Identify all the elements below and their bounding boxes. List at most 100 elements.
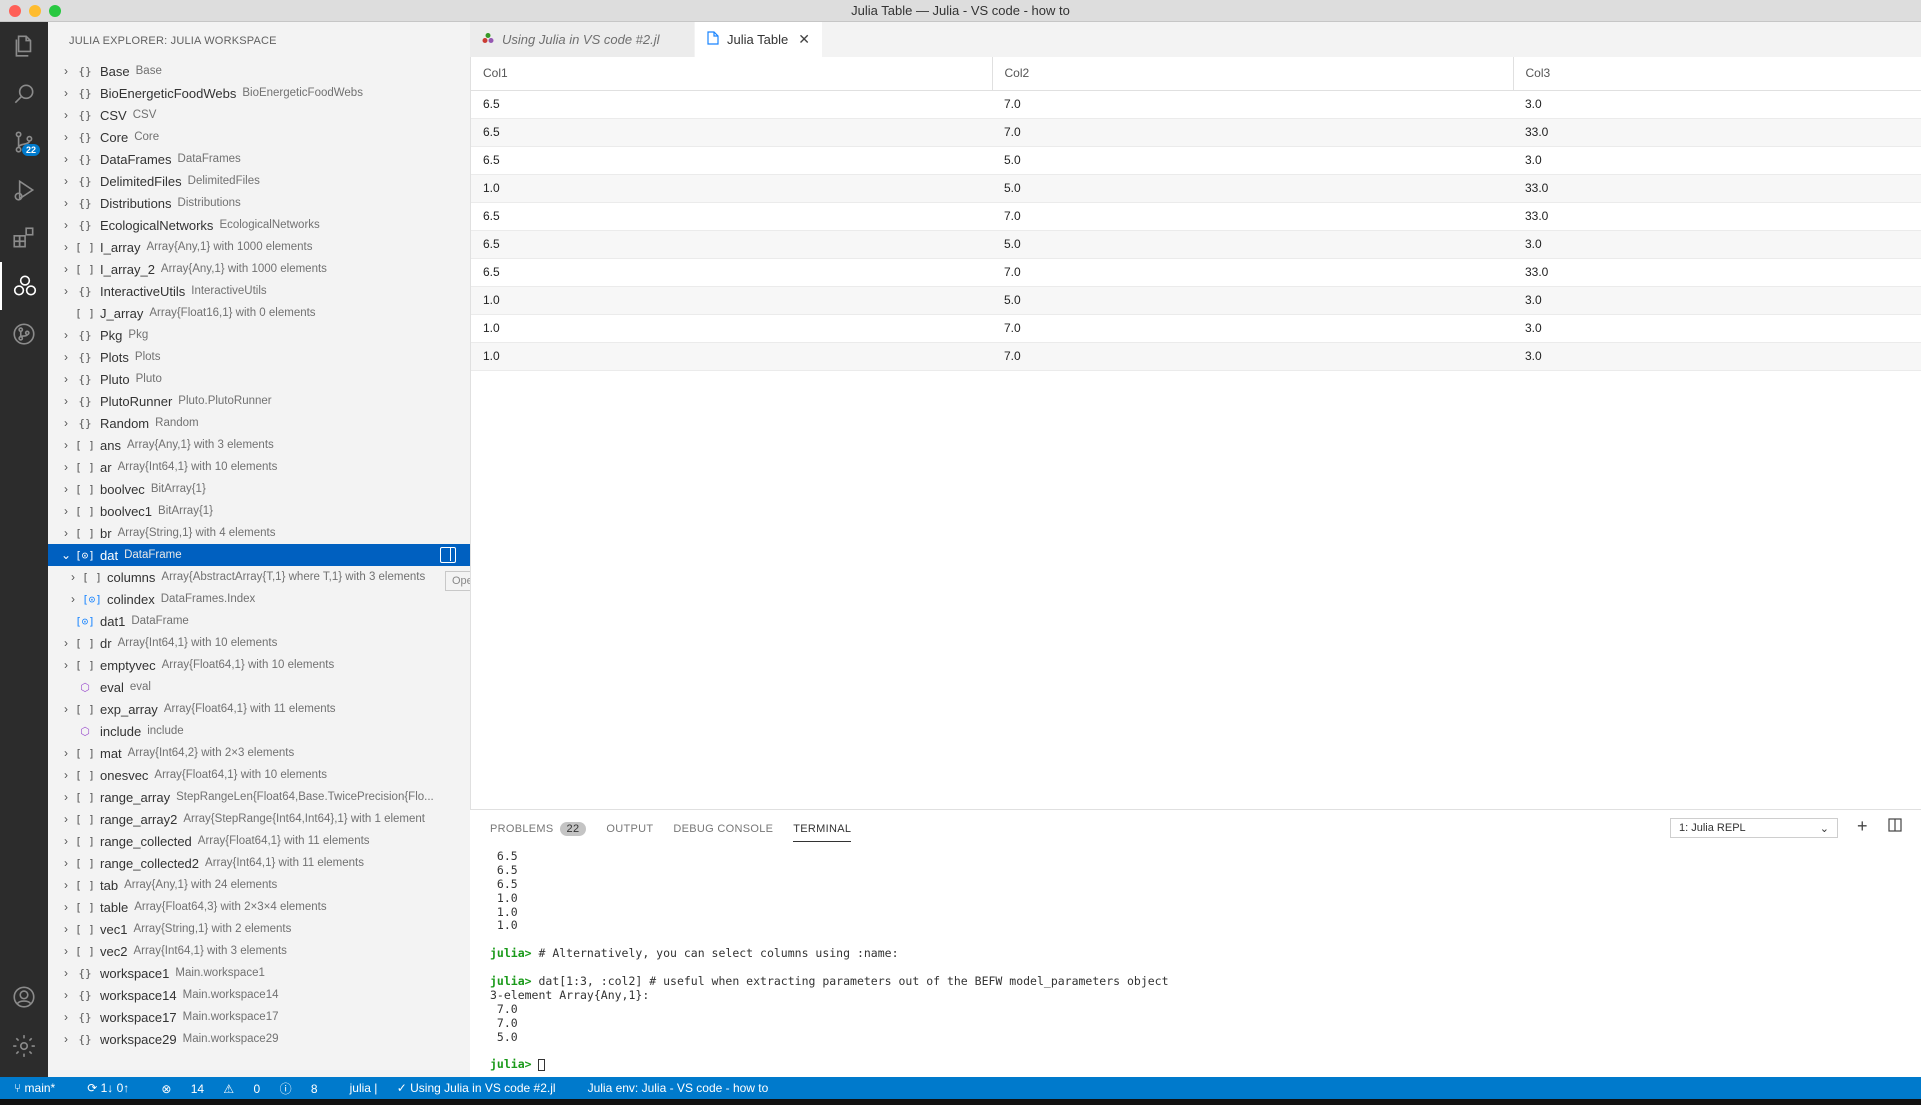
tree-item[interactable]: ›[ ] dr Array{Int64,1} with 10 elements xyxy=(48,632,470,654)
tree-item[interactable]: › {} Core Core xyxy=(48,126,470,148)
branch-status[interactable]: ⑂ main* xyxy=(14,1081,71,1095)
tab-julia-table[interactable]: Julia Table ✕ xyxy=(695,22,823,57)
tree-item[interactable]: › {} Pluto Pluto xyxy=(48,368,470,390)
new-terminal-icon[interactable]: + xyxy=(1857,816,1868,837)
expand-chevron-icon[interactable]: › xyxy=(58,64,74,78)
expand-chevron-icon[interactable]: › xyxy=(58,988,74,1002)
tree-item[interactable]: ›[ ] exp_array Array{Float64,1} with 11 el… xyxy=(48,698,470,720)
tree-item[interactable]: › {} workspace1 Main.workspace1 xyxy=(48,962,470,984)
git-graph-activity[interactable] xyxy=(0,310,48,358)
expand-chevron-icon[interactable]: › xyxy=(58,350,74,364)
terminal-output[interactable]: 6.5 6.5 6.5 1.0 1.0 1.0 julia> # Alternat… xyxy=(490,849,1169,1072)
tree-item[interactable]: › {} EcologicalNetworks EcologicalNetworks xyxy=(48,214,470,236)
tree-item[interactable]: ⌄ [⊙] dat DataFrame xyxy=(48,544,470,566)
open-in-vscode-icon[interactable] xyxy=(440,547,456,563)
tree-item[interactable]: ›[ ] tab Array{Any,1} with 24 elements xyxy=(48,874,470,896)
expand-chevron-icon[interactable]: › xyxy=(58,460,74,474)
table-row[interactable]: 1.0 7.0 3.0 xyxy=(471,314,1921,343)
extensions-activity[interactable] xyxy=(0,214,48,262)
tree-item[interactable]: › {} Plots Plots xyxy=(48,346,470,368)
tree-item[interactable]: ›[ ] boolvec1 BitArray{1} xyxy=(48,500,470,522)
maximize-window-button[interactable] xyxy=(49,5,61,17)
tree-item[interactable]: ›[ ] br Array{String,1} with 4 elements xyxy=(48,522,470,544)
expand-chevron-icon[interactable]: › xyxy=(58,900,74,914)
expand-chevron-icon[interactable]: › xyxy=(58,768,74,782)
expand-chevron-icon[interactable]: ⌄ xyxy=(58,548,74,562)
tree-item[interactable]: ›[ ] I_array Array{Any,1} with 1000 elemen… xyxy=(48,236,470,258)
expand-chevron-icon[interactable]: › xyxy=(58,790,74,804)
expand-chevron-icon[interactable]: › xyxy=(58,372,74,386)
tree-item[interactable]: [ ] J_array Array{Float16,1} with 0 elemen… xyxy=(48,302,470,324)
expand-chevron-icon[interactable]: › xyxy=(58,966,74,980)
tree-item[interactable]: ›[ ] vec2 Array{Int64,1} with 3 elements xyxy=(48,940,470,962)
expand-chevron-icon[interactable]: › xyxy=(58,482,74,496)
tab-output[interactable]: OUTPUT xyxy=(606,817,653,841)
tree-item[interactable]: ›[ ] onesvec Array{Float64,1} with 10 elem… xyxy=(48,764,470,786)
expand-chevron-icon[interactable]: › xyxy=(58,108,74,122)
table-row[interactable]: 6.5 7.0 33.0 xyxy=(471,202,1921,231)
tree-item[interactable]: ›[ ] range_collected Array{Float64,1} with… xyxy=(48,830,470,852)
expand-chevron-icon[interactable]: › xyxy=(58,1010,74,1024)
julia-env-status[interactable]: Julia env: Julia - VS code - how to xyxy=(588,1081,769,1095)
tree-item[interactable]: ›[ ] table Array{Float64,3} with 2×3×4 ele… xyxy=(48,896,470,918)
source-control-activity[interactable]: 22 xyxy=(0,118,48,166)
tree-item[interactable]: › {} PlutoRunner Pluto.PlutoRunner xyxy=(48,390,470,412)
julia-activity[interactable] xyxy=(0,262,48,310)
column-header[interactable]: Col1 xyxy=(471,57,993,91)
tree-item[interactable]: ›[ ] range_array StepRangeLen{Float64,Base… xyxy=(48,786,470,808)
expand-chevron-icon[interactable]: › xyxy=(58,416,74,430)
tab-julia-file[interactable]: Using Julia in VS code #2.jl xyxy=(470,22,695,57)
run-debug-activity[interactable] xyxy=(0,166,48,214)
expand-chevron-icon[interactable]: › xyxy=(58,746,74,760)
table-row[interactable]: 1.0 7.0 3.0 xyxy=(471,342,1921,371)
tree-item[interactable]: ›[ ] mat Array{Int64,2} with 2×3 elements xyxy=(48,742,470,764)
tree-item[interactable]: › {} Distributions Distributions xyxy=(48,192,470,214)
expand-chevron-icon[interactable]: › xyxy=(58,856,74,870)
table-row[interactable]: 6.5 7.0 33.0 xyxy=(471,118,1921,147)
expand-chevron-icon[interactable]: › xyxy=(58,328,74,342)
tree-item[interactable]: ›[ ] range_array2 Array{StepRange{Int64,In… xyxy=(48,808,470,830)
tree-item[interactable]: › {} BioEnergeticFoodWebs BioEnergeticFoodW… xyxy=(48,82,470,104)
tree-item[interactable]: › {} CSV CSV xyxy=(48,104,470,126)
expand-chevron-icon[interactable]: › xyxy=(58,130,74,144)
search-activity[interactable] xyxy=(0,70,48,118)
tab-terminal[interactable]: TERMINAL xyxy=(793,817,852,842)
tree-item[interactable]: [⊙] dat1 DataFrame xyxy=(48,610,470,632)
expand-chevron-icon[interactable]: › xyxy=(58,394,74,408)
tree-item[interactable]: ›[ ] range_collected2 Array{Int64,1} with … xyxy=(48,852,470,874)
tree-item[interactable]: › {} Random Random xyxy=(48,412,470,434)
column-header[interactable]: Col2 xyxy=(992,57,1514,91)
tree-item[interactable]: ›[ ] vec1 Array{String,1} with 2 elements xyxy=(48,918,470,940)
minimize-window-button[interactable] xyxy=(29,5,41,17)
accounts-activity[interactable] xyxy=(0,973,48,1021)
table-row[interactable]: 6.5 7.0 33.0 xyxy=(471,258,1921,287)
expand-chevron-icon[interactable]: › xyxy=(58,636,74,650)
expand-chevron-icon[interactable]: › xyxy=(65,570,81,584)
julia-status[interactable]: julia | ✓ Using Julia in VS code #2.jl xyxy=(350,1081,572,1095)
expand-chevron-icon[interactable]: › xyxy=(58,86,74,100)
tree-item[interactable]: ⬡ include include xyxy=(48,720,470,742)
expand-chevron-icon[interactable]: › xyxy=(58,922,74,936)
expand-chevron-icon[interactable]: › xyxy=(58,262,74,276)
sync-status[interactable]: ⟳ 1↓ 0↑ xyxy=(87,1081,145,1095)
expand-chevron-icon[interactable]: › xyxy=(58,240,74,254)
expand-chevron-icon[interactable]: › xyxy=(58,702,74,716)
table-row[interactable]: 6.5 5.0 3.0 xyxy=(471,230,1921,259)
tree-item[interactable]: › {} workspace14 Main.workspace14 xyxy=(48,984,470,1006)
column-header[interactable]: Col3 xyxy=(1513,57,1921,91)
problems-status[interactable]: ⊗ 14 ⚠ 0 ⓘ 8 xyxy=(161,1080,333,1097)
split-terminal-icon[interactable] xyxy=(1888,816,1902,837)
expand-chevron-icon[interactable]: › xyxy=(58,834,74,848)
explorer-activity[interactable] xyxy=(0,22,48,70)
manage-activity[interactable] xyxy=(0,1022,48,1070)
tree-item[interactable]: › {} workspace29 Main.workspace29 xyxy=(48,1028,470,1050)
tree-item[interactable]: ›[ ] boolvec BitArray{1} xyxy=(48,478,470,500)
expand-chevron-icon[interactable]: › xyxy=(58,218,74,232)
expand-chevron-icon[interactable]: › xyxy=(58,878,74,892)
tab-problems[interactable]: PROBLEMS 22 xyxy=(490,816,587,842)
expand-chevron-icon[interactable]: › xyxy=(58,438,74,452)
expand-chevron-icon[interactable]: › xyxy=(58,658,74,672)
table-row[interactable]: 6.5 5.0 3.0 xyxy=(471,146,1921,175)
expand-chevron-icon[interactable]: › xyxy=(58,944,74,958)
tree-item[interactable]: ›[ ] ar Array{Int64,1} with 10 elements xyxy=(48,456,470,478)
